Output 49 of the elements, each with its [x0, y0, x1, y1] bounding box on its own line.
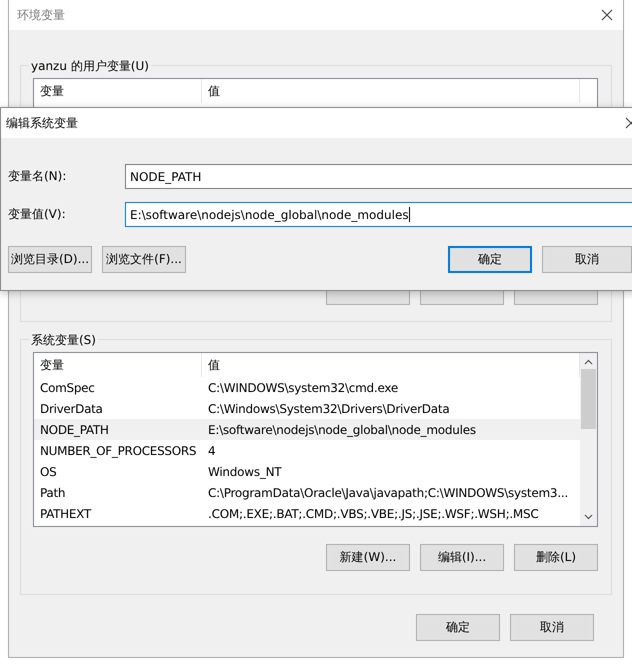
action-button[interactable]: 确定	[416, 614, 500, 641]
column-header[interactable]: 值	[202, 79, 580, 103]
group-label: yanzu 的用户变量(U)	[29, 58, 151, 75]
table-cell-text: PATHEXT	[39, 506, 92, 520]
table-cell-text: E:\software\nodejs\node_global\node_modules	[207, 422, 477, 436]
scrollbar[interactable]	[580, 353, 597, 526]
table-cell-text: ComSpec	[39, 380, 96, 394]
dialog-button[interactable]: 浏览目录(D)...	[8, 246, 92, 273]
table-cell-text: NODE_PATH	[39, 422, 110, 436]
field-value: NODE_PATH	[130, 170, 202, 184]
table-cell-text: C:\ProgramData\Oracle\Java\javapath;C:\WINDOWS\system3...	[207, 486, 570, 500]
scroll-up-icon[interactable]	[584, 359, 593, 365]
column-header[interactable]: 变量	[34, 79, 202, 103]
dialog-button[interactable]: 取消	[542, 246, 632, 273]
text-cursor	[408, 207, 410, 222]
input-field[interactable]: E:\software\nodejs\node_global\node_modules	[125, 202, 632, 227]
dialog-button[interactable]: 确定	[448, 246, 532, 273]
table-row[interactable]: DriverData C:\Windows\System32\Drivers\DriverData	[34, 398, 580, 419]
table-row[interactable]: NUMBER_OF_PROCESSORS 4	[34, 440, 580, 461]
table-cell-text: DriverData	[39, 402, 104, 416]
field-label: 变量值(V):	[8, 206, 67, 223]
table-cell-text: OS	[39, 464, 58, 478]
close-icon[interactable]	[601, 9, 613, 21]
table-cell-text: C:\Windows\System32\Drivers\DriverData	[207, 402, 450, 416]
table-row[interactable]: OS Windows_NT	[34, 461, 580, 482]
dialog-button[interactable]: 浏览文件(F)...	[102, 246, 186, 273]
group-label: 系统变量(S)	[29, 332, 98, 349]
window-title: 环境变量	[17, 6, 65, 24]
table-row[interactable]: NODE_PATH E:\software\nodejs\node_global\node_modules	[34, 419, 580, 440]
scroll-down-icon[interactable]	[584, 514, 593, 520]
field-label: 变量名(N):	[8, 168, 68, 185]
table-cell-text: NUMBER_OF_PROCESSORS	[39, 444, 198, 458]
table-cell-text: C:\WINDOWS\system32\cmd.exe	[207, 380, 400, 394]
scroll-thumb[interactable]	[581, 369, 596, 429]
table-row[interactable]: PATHEXT .COM;.EXE;.BAT;.CMD;.VBS;.VBE;.JS;.JSE;.WSF;.WSH;.MSC	[34, 503, 580, 524]
input-field[interactable]: NODE_PATH	[125, 164, 632, 189]
table-cell-text: Windows_NT	[207, 464, 283, 478]
column-header[interactable]: 变量	[34, 353, 202, 377]
table-row[interactable]: Path C:\ProgramData\Oracle\Java\javapath;C:\WINDOWS\system3...	[34, 482, 580, 503]
action-button[interactable]: 编辑(I)...	[420, 544, 504, 571]
field-value: E:\software\nodejs\node_global\node_modules	[130, 208, 409, 222]
table-cell-text: .COM;.EXE;.BAT;.CMD;.VBS;.VBE;.JS;.JSE;.WSF;.WSH;.MSC	[207, 506, 540, 520]
table-cell-text: 4	[207, 444, 216, 458]
action-button[interactable]: 删除(L)	[514, 544, 598, 571]
action-button[interactable]: 新建(W)...	[326, 544, 410, 571]
action-button[interactable]: 取消	[510, 614, 594, 641]
table-row[interactable]: ComSpec C:\WINDOWS\system32\cmd.exe	[34, 377, 580, 398]
table-cell-text: Path	[39, 486, 66, 500]
dialog-title: 编辑系统变量	[6, 114, 78, 132]
